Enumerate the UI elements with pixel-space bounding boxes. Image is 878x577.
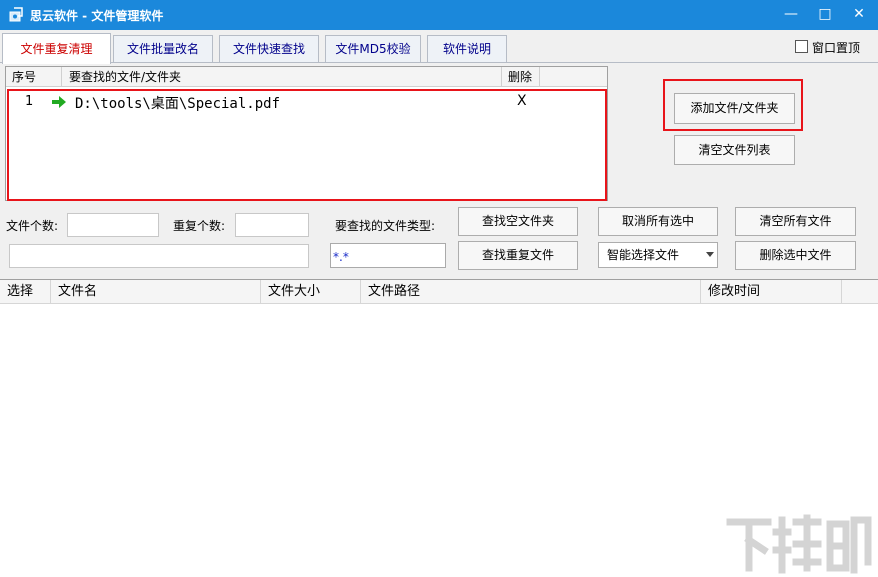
find-duplicate-button[interactable]: 查找重复文件	[458, 241, 578, 270]
filetype-label: 要查找的文件类型:	[335, 219, 436, 233]
tab-md5-check[interactable]: 文件MD5校验	[325, 35, 421, 62]
filetype-input[interactable]: *.*	[330, 243, 446, 268]
minimize-button[interactable]: —	[774, 0, 808, 30]
tab-quick-find[interactable]: 文件快速查找	[219, 35, 319, 62]
topmost-label: 窗口置顶	[812, 41, 861, 55]
find-empty-folder-button[interactable]: 查找空文件夹	[458, 207, 578, 236]
tab-divider	[0, 62, 878, 63]
close-button[interactable]: ✕	[842, 0, 876, 30]
smart-select-dropdown[interactable]: 智能选择文件	[598, 242, 718, 268]
column-header-filename[interactable]: 文件名	[51, 280, 261, 304]
watermark-graphic	[726, 514, 872, 574]
column-header-path[interactable]: 要查找的文件/文件夹	[62, 67, 502, 87]
watermark-logo	[722, 510, 872, 574]
clear-all-button[interactable]: 清空所有文件	[735, 207, 856, 236]
column-header-modified[interactable]: 修改时间	[701, 280, 842, 304]
tab-help[interactable]: 软件说明	[427, 35, 507, 62]
column-header-delete[interactable]: 删除	[502, 67, 540, 87]
deselect-all-button[interactable]: 取消所有选中	[598, 207, 718, 236]
status-field	[9, 244, 309, 268]
column-header-filler	[540, 67, 607, 87]
dup-count-field	[235, 213, 309, 237]
column-header-filesize[interactable]: 文件大小	[261, 280, 361, 304]
window-title: 思云软件 - 文件管理软件	[30, 9, 164, 23]
column-header-index[interactable]: 序号	[6, 67, 62, 87]
maximize-button[interactable]: □	[808, 0, 842, 30]
delete-selected-button[interactable]: 删除选中文件	[735, 241, 856, 270]
add-file-button[interactable]: 添加文件/文件夹	[674, 93, 795, 124]
highlight-frame	[7, 89, 607, 201]
file-count-label: 文件个数:	[6, 219, 59, 233]
topmost-checkbox[interactable]	[795, 40, 808, 53]
file-count-field	[67, 213, 159, 237]
chevron-down-icon[interactable]	[706, 252, 714, 257]
tab-duplicate-clean[interactable]: 文件重复清理	[2, 33, 111, 64]
title-bar: 思云软件 - 文件管理软件 — □ ✕	[0, 0, 878, 30]
column-header-filepath[interactable]: 文件路径	[361, 280, 701, 304]
column-header-filler	[842, 280, 878, 304]
tab-batch-rename[interactable]: 文件批量改名	[113, 35, 213, 62]
clear-list-button[interactable]: 清空文件列表	[674, 135, 795, 165]
app-icon	[9, 7, 23, 22]
dup-count-label: 重复个数:	[173, 219, 226, 233]
column-header-select[interactable]: 选择	[0, 280, 51, 304]
